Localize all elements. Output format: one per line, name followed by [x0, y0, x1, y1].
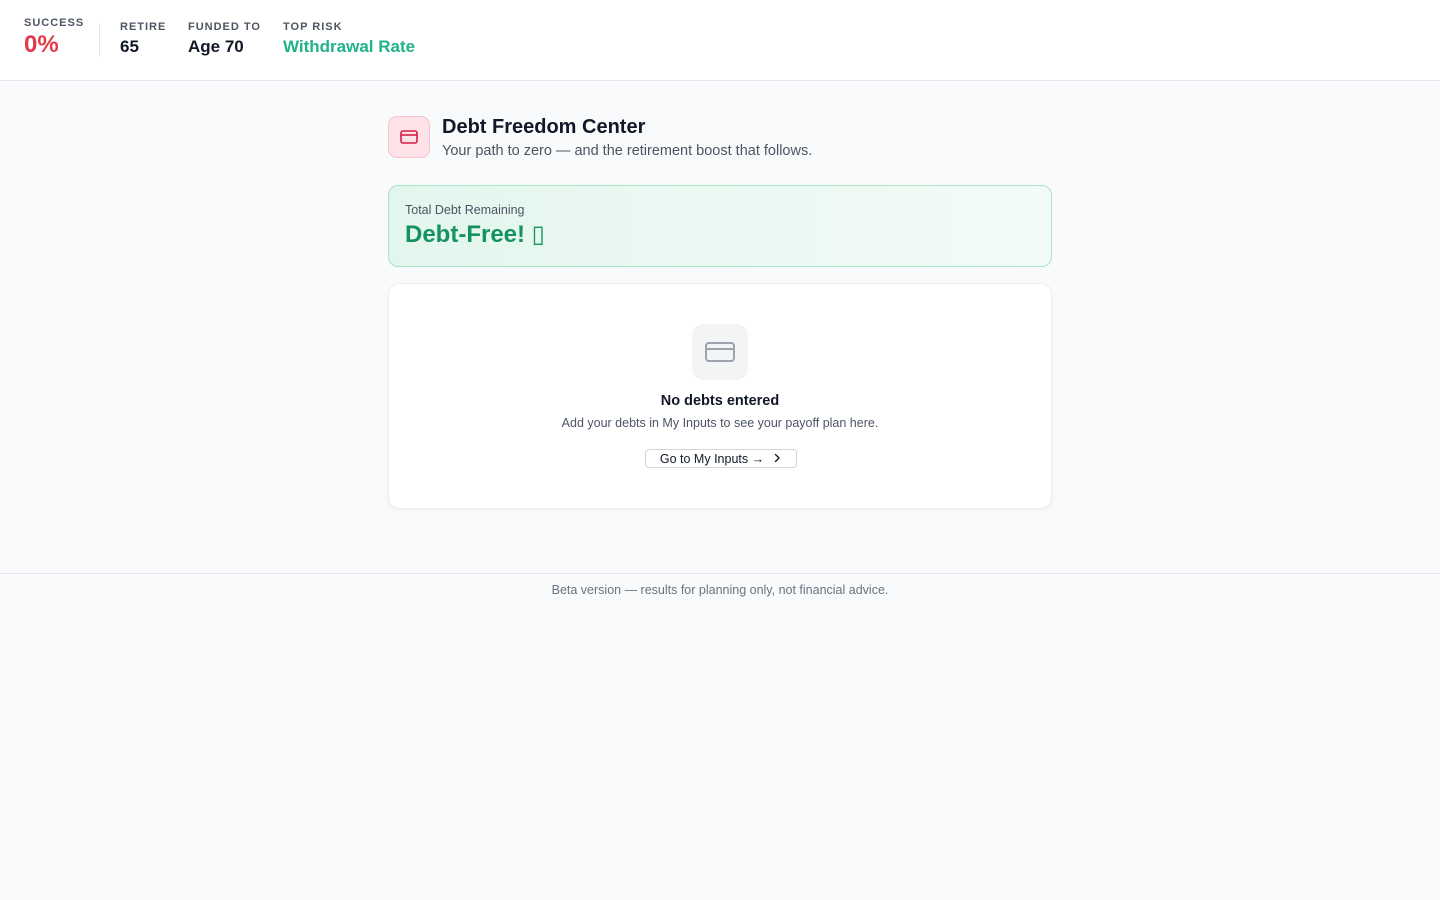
- stat-retire: RETIRE 65: [120, 21, 166, 57]
- stat-success: SUCCESS 0%: [24, 17, 84, 59]
- empty-state-description: Add your debts in My Inputs to see your …: [561, 416, 879, 430]
- page-title: Debt Freedom Center: [442, 116, 646, 138]
- credit-card-icon: [692, 324, 748, 380]
- go-to-my-inputs-button[interactable]: Go to My Inputs →: [645, 449, 797, 468]
- stat-funded-to-value: Age 70: [188, 37, 244, 56]
- empty-state-title: No debts entered: [660, 393, 780, 409]
- page-subtitle: Your path to zero — and the retirement b…: [442, 143, 813, 159]
- total-debt-label: Total Debt Remaining: [405, 203, 525, 217]
- stat-top-risk: TOP RISK Withdrawal Rate: [283, 21, 415, 57]
- empty-state-card: No debts entered Add your debts in My In…: [388, 283, 1052, 509]
- stat-top-risk-label: TOP RISK: [283, 21, 343, 33]
- total-debt-value: Debt-Free! ▯: [405, 221, 545, 248]
- stat-success-value: 0%: [24, 31, 59, 58]
- go-to-my-inputs-label: Go to My Inputs →: [659, 451, 765, 466]
- chevron-right-icon: [772, 452, 782, 466]
- credit-card-icon: [388, 116, 430, 158]
- stats-bar: SUCCESS 0% RETIRE 65 FUNDED TO Age 70 TO…: [0, 0, 1440, 81]
- stat-retire-value: 65: [120, 37, 139, 56]
- stat-success-label: SUCCESS: [24, 17, 85, 29]
- stat-funded-to: FUNDED TO Age 70: [188, 21, 261, 57]
- total-debt-card: Total Debt Remaining Debt-Free! ▯: [388, 185, 1052, 267]
- stat-divider: [99, 23, 100, 57]
- stat-retire-label: RETIRE: [120, 21, 167, 33]
- stat-funded-to-label: FUNDED TO: [188, 21, 261, 33]
- stat-top-risk-value: Withdrawal Rate: [283, 37, 416, 56]
- page-header: Debt Freedom Center Your path to zero — …: [388, 116, 1052, 160]
- footer-disclaimer: Beta version — results for planning only…: [0, 573, 1440, 597]
